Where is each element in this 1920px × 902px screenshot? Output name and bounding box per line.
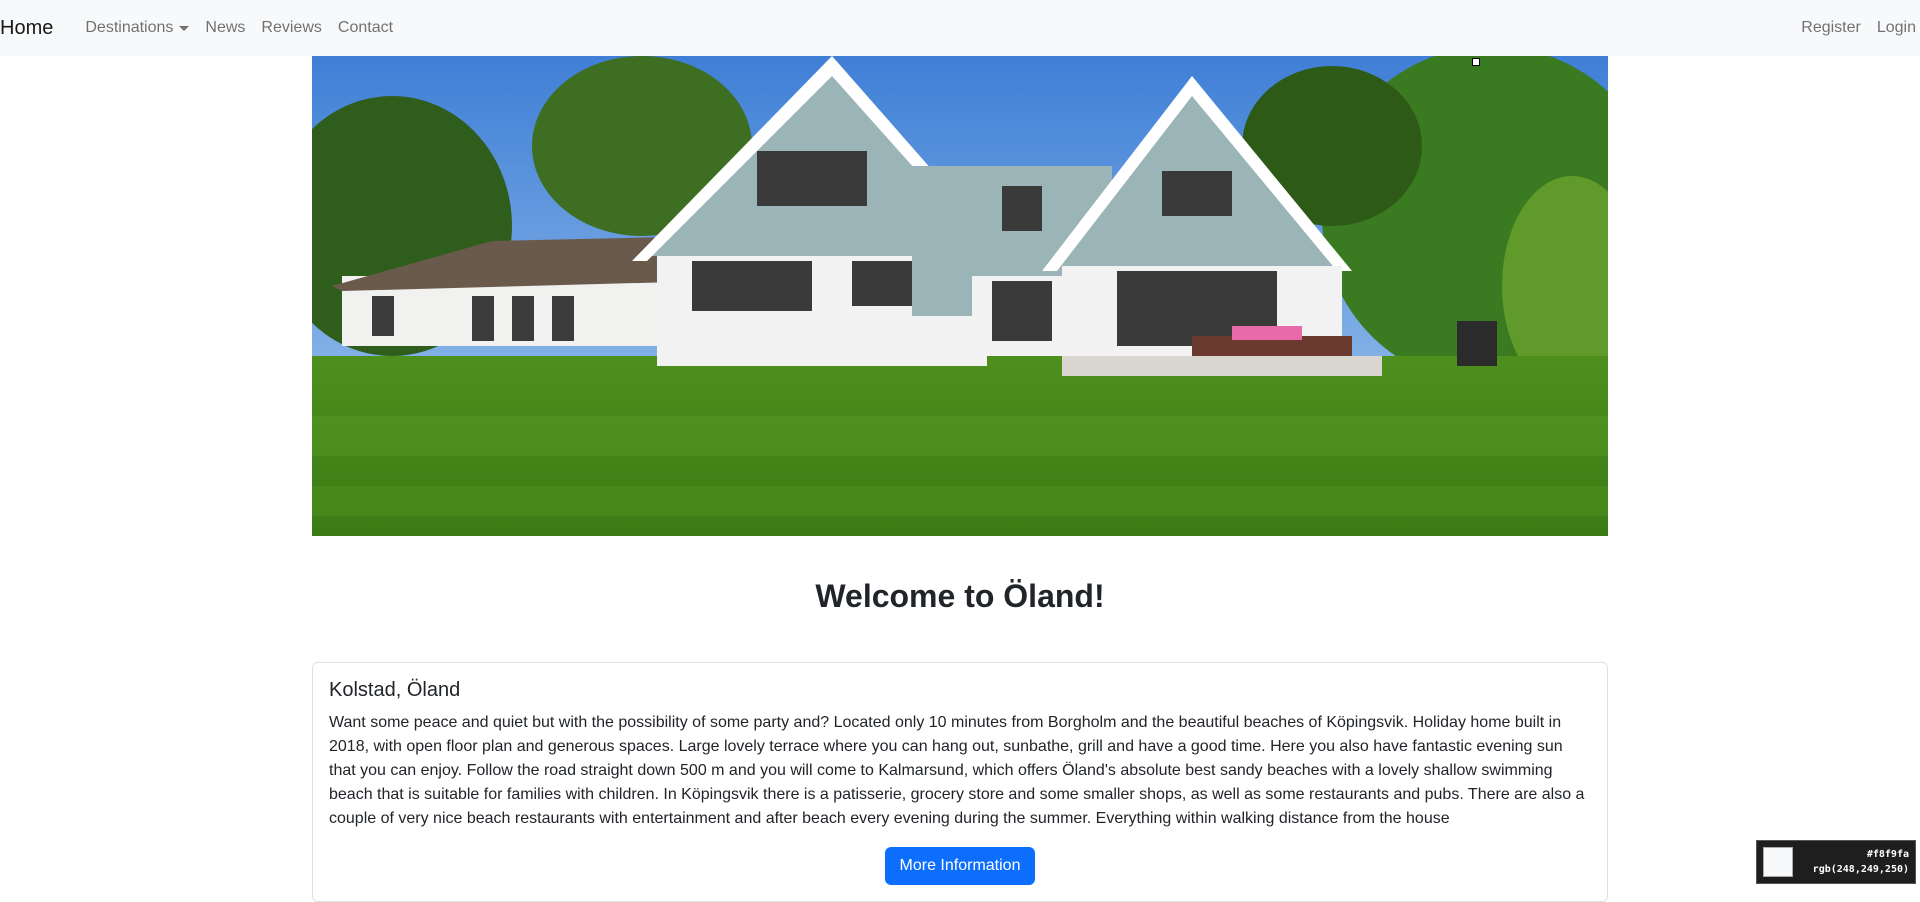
nav-item-label: Destinations bbox=[85, 19, 174, 36]
nav-item-register[interactable]: Register bbox=[1793, 0, 1869, 56]
color-hex: #f8f9fa bbox=[1866, 849, 1909, 860]
nav-item-news[interactable]: News bbox=[197, 0, 253, 56]
nav-item-reviews[interactable]: Reviews bbox=[253, 0, 329, 56]
hero-image bbox=[312, 56, 1608, 536]
navbar: Home Destinations News Reviews Contact R… bbox=[0, 0, 1920, 56]
listing-card: Kolstad, Öland Want some peace and quiet… bbox=[312, 662, 1608, 902]
resize-handle[interactable] bbox=[1472, 58, 1480, 66]
nav-item-contact[interactable]: Contact bbox=[330, 0, 401, 56]
nav-item-login[interactable]: Login bbox=[1869, 0, 1920, 56]
page-title: Welcome to Öland! bbox=[815, 578, 1105, 614]
brand-home-link[interactable]: Home bbox=[0, 0, 53, 56]
color-readout: #f8f9fa rgb(248,249,250) bbox=[1813, 847, 1909, 877]
navbar-right: Register Login bbox=[1793, 0, 1920, 56]
dropdown-caret-icon bbox=[179, 25, 190, 31]
navbar-left: Home Destinations News Reviews Contact bbox=[0, 0, 401, 56]
card-description: Want some peace and quiet but with the p… bbox=[329, 714, 1585, 827]
color-picker-overlay: #f8f9fa rgb(248,249,250) bbox=[1756, 840, 1916, 884]
card-title: Kolstad, Öland bbox=[329, 679, 461, 701]
color-swatch bbox=[1763, 847, 1793, 877]
more-information-button[interactable]: More Information bbox=[885, 847, 1035, 885]
nav-item-destinations[interactable]: Destinations bbox=[77, 0, 197, 56]
color-rgb: rgb(248,249,250) bbox=[1812, 864, 1909, 875]
